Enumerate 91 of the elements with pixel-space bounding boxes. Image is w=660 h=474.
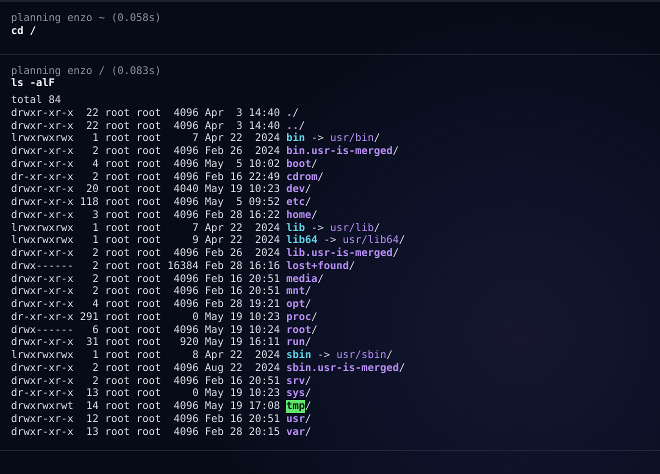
listing-details: drwx------ 2 root root 16384 Feb 28 16:16 (11, 260, 281, 272)
file-name: dev (286, 183, 306, 196)
file-name: bin (286, 132, 306, 145)
path-suffix: / (305, 298, 312, 311)
file-name: opt (286, 298, 306, 311)
listing-details: drwxr-xr-x 12 root root 4096 Feb 16 20:51 (11, 412, 281, 426)
path-suffix: / (374, 222, 380, 234)
listing-details: drwxr-xr-x 2 root root 4096 Feb 26 2024 (11, 145, 281, 158)
file-name: media (286, 272, 318, 286)
listing-details: drwxr-xr-x 13 root root 4096 Feb 28 20:15 (11, 426, 281, 438)
command-text: cd / (11, 24, 36, 38)
link-arrow: -> (322, 234, 338, 247)
listing-details: drwx------ 6 root root 4096 May 19 10:24 (11, 324, 281, 336)
path-suffix: / (292, 106, 299, 120)
file-name: lib (286, 222, 306, 234)
listing-details: drwxrwxrwt 14 root root 4096 May 19 17:08 (11, 400, 281, 413)
file-name: . (286, 106, 293, 120)
path-suffix: / (392, 247, 399, 260)
listing-details: dr-xr-xr-x 291 root root 0 May 19 10:23 (11, 310, 281, 324)
file-name: home (286, 208, 312, 222)
link-arrow: -> (316, 349, 332, 362)
path-suffix: / (311, 310, 318, 324)
path-suffix: / (305, 374, 312, 388)
path-suffix: / (305, 426, 312, 438)
listing-details: lrwxrwxrwx 1 root root 7 Apr 22 2024 (11, 132, 281, 145)
file-name: cdrom (286, 170, 318, 184)
file-name: sys (286, 387, 306, 400)
file-name: bin.usr-is-merged (286, 145, 393, 158)
file-name: .. (286, 120, 299, 132)
path-suffix: / (318, 272, 324, 286)
link-target: usr/lib64 (342, 234, 399, 247)
prompt-line: planning enzo / (0.083s) (11, 64, 162, 78)
file-name: sbin.usr-is-merged (286, 362, 399, 374)
listing-details: drwxr-xr-x 2 root root 4096 Aug 22 2024 (11, 362, 281, 374)
path-suffix: / (392, 145, 399, 158)
path-suffix: / (305, 196, 312, 209)
file-name: sbin (286, 349, 312, 362)
path-suffix: / (305, 400, 312, 413)
link-arrow: -> (310, 222, 325, 234)
path-suffix: / (305, 336, 312, 349)
file-name: lib64 (286, 234, 318, 247)
listing-details: lrwxrwxrwx 1 root root 8 Apr 22 2024 (11, 349, 281, 362)
path-suffix: / (311, 324, 318, 336)
file-name: usr (286, 412, 306, 426)
path-suffix: / (311, 208, 318, 222)
file-name: var (286, 426, 306, 438)
path-suffix: / (305, 285, 312, 298)
link-target: usr/bin (330, 132, 374, 145)
link-target: usr/lib (330, 222, 374, 234)
listing-details: drwxr-xr-x 2 root root 4096 Feb 16 20:51 (11, 272, 281, 286)
file-name: lib.usr-is-merged (286, 247, 393, 260)
path-suffix: / (398, 362, 406, 374)
path-suffix: / (298, 120, 306, 132)
path-suffix: / (305, 183, 312, 196)
file-name: tmp (286, 400, 306, 413)
path-suffix: / (374, 132, 380, 145)
file-name: root (286, 324, 312, 336)
link-arrow: -> (310, 132, 325, 145)
link-target: usr/sbin (336, 349, 386, 362)
listing-details: drwxr-xr-x 4 root root 4096 May 5 10:02 (11, 158, 281, 170)
listing-details: dr-xr-xr-x 2 root root 4096 Feb 16 22:49 (11, 170, 281, 184)
file-name: srv (286, 374, 306, 388)
output-text: total 84 (11, 94, 62, 107)
listing-details: lrwxrwxrwx 1 root root 9 Apr 22 2024 (11, 234, 281, 247)
path-suffix: / (305, 412, 312, 426)
file-name: run (286, 336, 306, 349)
prompt-line: planning enzo ~ (0.058s) (11, 12, 162, 25)
listing-details: dr-xr-xr-x 13 root root 0 May 19 10:23 (11, 387, 281, 400)
file-name: lost+found (286, 260, 349, 272)
path-suffix: / (348, 260, 356, 272)
listing-details: drwxr-xr-x 3 root root 4096 Feb 28 16:22 (11, 208, 281, 222)
file-name: proc (286, 310, 312, 324)
path-suffix: / (318, 170, 324, 184)
listing-details: drwxr-xr-x 4 root root 4096 Feb 28 19:21 (11, 298, 281, 311)
path-suffix: / (311, 158, 318, 170)
path-suffix: / (305, 387, 312, 400)
file-name: mnt (286, 285, 306, 298)
command-text: ls -alF (11, 77, 55, 90)
listing-details: drwxr-xr-x 2 root root 4096 Feb 26 2024 (11, 247, 281, 260)
listing-details: drwxr-xr-x 22 root root 4096 Apr 3 14:40 (11, 106, 281, 120)
listing-details: lrwxrwxrwx 1 root root 7 Apr 22 2024 (11, 222, 281, 234)
file-name: etc (286, 196, 306, 209)
listing-details: drwxr-xr-x 118 root root 4096 May 5 09:52 (11, 196, 281, 209)
listing-details: drwxr-xr-x 22 root root 4096 Apr 3 14:40 (11, 120, 281, 132)
path-suffix: / (386, 349, 393, 362)
listing-details: drwxr-xr-x 20 root root 4040 May 19 10:23 (11, 183, 281, 196)
file-name: boot (286, 158, 312, 170)
listing-details: drwxr-xr-x 2 root root 4096 Feb 16 20:51 (11, 285, 281, 298)
listing-details: drwxr-xr-x 31 root root 920 May 19 16:11 (11, 336, 281, 349)
path-suffix: / (398, 234, 406, 247)
listing-details: drwxr-xr-x 2 root root 4096 Feb 16 20:51 (11, 374, 281, 388)
